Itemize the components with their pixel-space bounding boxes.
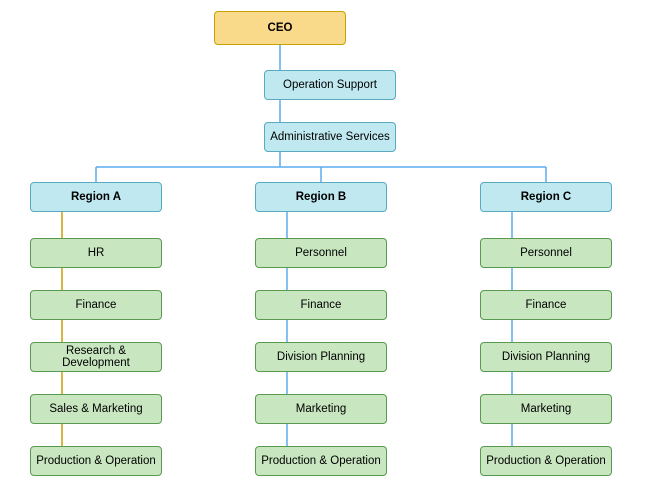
b-personnel-node: Personnel [255,238,387,268]
b-finance-node: Finance [255,290,387,320]
ceo-node: CEO [214,11,346,45]
admin-services-node: Administrative Services [264,122,396,152]
b-dp-label: Division Planning [277,351,365,363]
a-rd-label: Research & Development [35,345,157,369]
c-marketing-label: Marketing [521,403,572,415]
op-support-node: Operation Support [264,70,396,100]
c-finance-node: Finance [480,290,612,320]
c-personnel-node: Personnel [480,238,612,268]
region-c-node: Region C [480,182,612,212]
a-po-label: Production & Operation [36,455,156,467]
ceo-label: CEO [268,22,293,34]
c-dp-node: Division Planning [480,342,612,372]
a-hr-label: HR [88,247,105,259]
b-marketing-node: Marketing [255,394,387,424]
b-marketing-label: Marketing [296,403,347,415]
a-po-node: Production & Operation [30,446,162,476]
c-finance-label: Finance [526,299,567,311]
region-a-label: Region A [71,191,121,203]
b-dp-node: Division Planning [255,342,387,372]
region-c-label: Region C [521,191,571,203]
a-rd-node: Research & Development [30,342,162,372]
region-a-node: Region A [30,182,162,212]
region-b-label: Region B [296,191,346,203]
org-chart: CEO Operation Support Administrative Ser… [0,0,650,504]
b-personnel-label: Personnel [295,247,347,259]
op-support-label: Operation Support [283,79,377,91]
a-finance-label: Finance [76,299,117,311]
b-po-node: Production & Operation [255,446,387,476]
c-dp-label: Division Planning [502,351,590,363]
b-po-label: Production & Operation [261,455,381,467]
c-po-label: Production & Operation [486,455,606,467]
a-hr-node: HR [30,238,162,268]
a-sm-label: Sales & Marketing [49,403,142,415]
c-po-node: Production & Operation [480,446,612,476]
region-b-node: Region B [255,182,387,212]
a-sm-node: Sales & Marketing [30,394,162,424]
c-personnel-label: Personnel [520,247,572,259]
b-finance-label: Finance [301,299,342,311]
admin-services-label: Administrative Services [270,131,390,143]
a-finance-node: Finance [30,290,162,320]
c-marketing-node: Marketing [480,394,612,424]
